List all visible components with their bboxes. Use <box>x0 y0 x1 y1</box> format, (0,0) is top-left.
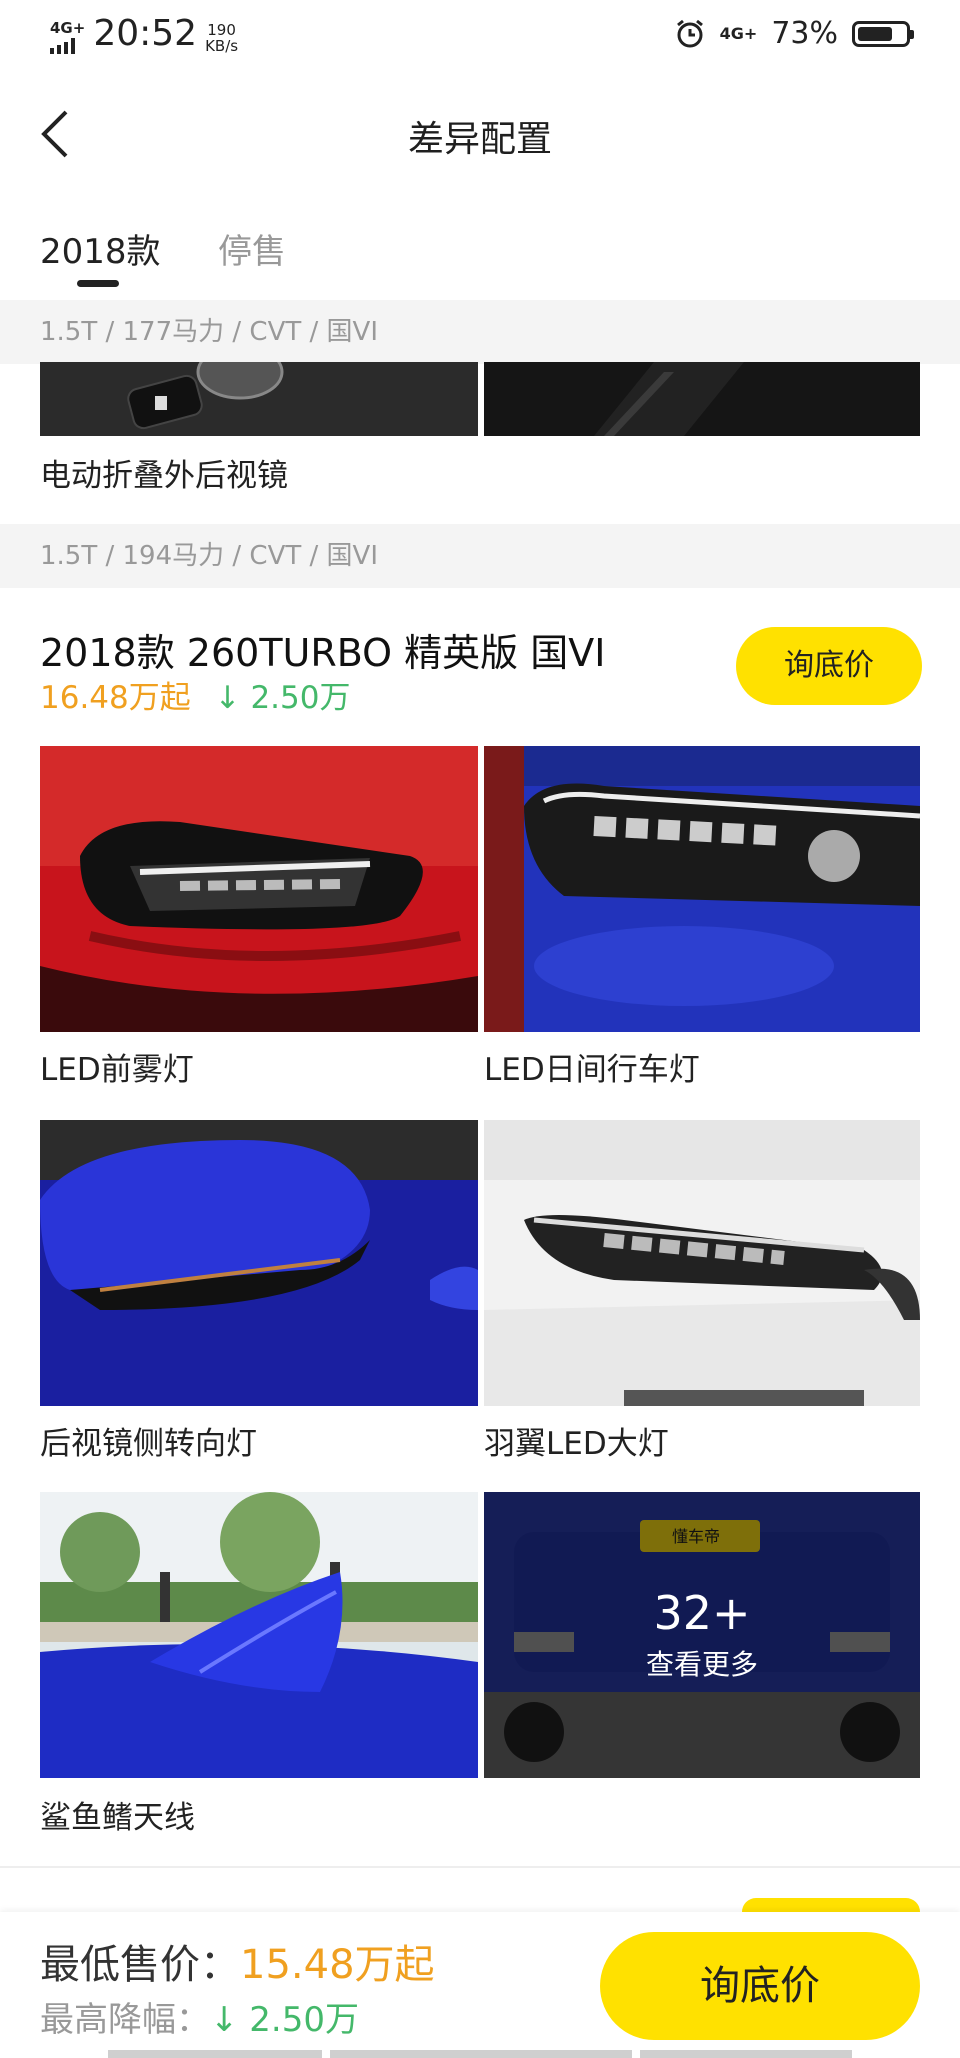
more-count: 32+ <box>653 1586 751 1640</box>
next-inquire-button-peek[interactable] <box>742 1898 920 1912</box>
status-right: 4G+ 73% <box>674 16 914 51</box>
signal-icon: 4G+ <box>50 21 85 54</box>
max-drop-label: 最高降幅： <box>40 2000 210 2040</box>
home-indicator <box>330 2050 632 2058</box>
feature-label: 后视镜侧转向灯 <box>40 1426 257 1462</box>
clock: 20:52 <box>93 13 198 54</box>
min-price-value: 15.48万起 <box>240 1942 435 1988</box>
model-name[interactable]: 2018款 260TURBO 精英版 国VI <box>40 622 605 677</box>
tab-active-indicator <box>77 280 119 287</box>
price-drop: ↓ 2.50万 <box>214 680 351 716</box>
feature-image-mirror-signal[interactable] <box>40 1120 478 1406</box>
status-bar: 4G+ 20:52 190 KB/s 4G+ 73% <box>0 0 960 74</box>
price-start: 16.48万起 <box>40 680 191 716</box>
battery-percent: 73% <box>771 16 838 51</box>
home-indicator <box>640 2050 852 2058</box>
feature-images-row <box>0 362 960 436</box>
page-title: 差异配置 <box>407 119 552 160</box>
feature-image[interactable] <box>40 362 478 436</box>
more-label: 查看更多 <box>645 1648 758 1681</box>
feature-image-shark-fin[interactable] <box>40 1492 478 1778</box>
tab-bar: 2018款 停售 <box>0 210 960 290</box>
divider <box>0 1866 960 1868</box>
more-overlay: 32+ 查看更多 <box>484 1492 920 1778</box>
min-price-row: 最低售价：15.48万起 <box>40 1932 435 1990</box>
battery-icon <box>852 20 914 47</box>
alarm-icon <box>676 19 703 47</box>
bottom-inquire-button[interactable]: 询底价 <box>600 1932 920 2040</box>
home-indicator <box>108 2050 322 2058</box>
feature-image-headlight[interactable] <box>484 1120 920 1406</box>
feature-label: 鲨鱼鳍天线 <box>40 1800 195 1836</box>
bottom-bar: 最低售价：15.48万起 最高降幅：↓ 2.50万 询底价 <box>0 1912 960 2058</box>
tab-2018[interactable]: 2018款 <box>40 224 161 273</box>
max-drop-value: ↓ 2.50万 <box>210 2000 359 2040</box>
feature-image-fog-light[interactable] <box>40 746 478 1032</box>
network-type: 4G+ <box>50 19 86 37</box>
feature-image-drl[interactable] <box>484 746 920 1032</box>
spec-header: 1.5T / 177马力 / CVT / 国VI <box>0 300 960 364</box>
max-drop-row: 最高降幅：↓ 2.50万 <box>40 1992 359 2041</box>
min-price-label: 最低售价： <box>40 1942 240 1988</box>
network-speed: 190 KB/s <box>205 22 238 54</box>
tab-discontinued[interactable]: 停售 <box>218 224 286 273</box>
status-left: 4G+ 20:52 190 KB/s <box>50 14 238 54</box>
spec-header: 1.5T / 194马力 / CVT / 国VI <box>0 524 960 588</box>
feature-label: LED前雾灯 <box>40 1052 194 1088</box>
nav-bar: 差异配置 <box>0 74 960 194</box>
inquire-price-button[interactable]: 询底价 <box>736 627 922 705</box>
feature-label: LED日间行车灯 <box>484 1052 700 1088</box>
price-row: 16.48万起 ↓ 2.50万 <box>40 672 350 717</box>
speed-value: 190 <box>207 21 236 39</box>
speed-unit: KB/s <box>205 37 239 55</box>
feature-label: 羽翼LED大灯 <box>484 1426 669 1462</box>
network-type-right: 4G+ <box>719 24 758 43</box>
see-more-tile[interactable]: 懂车帝 32+ 查看更多 <box>484 1492 920 1778</box>
feature-image[interactable] <box>484 362 920 436</box>
feature-label: 电动折叠外后视镜 <box>40 458 288 494</box>
